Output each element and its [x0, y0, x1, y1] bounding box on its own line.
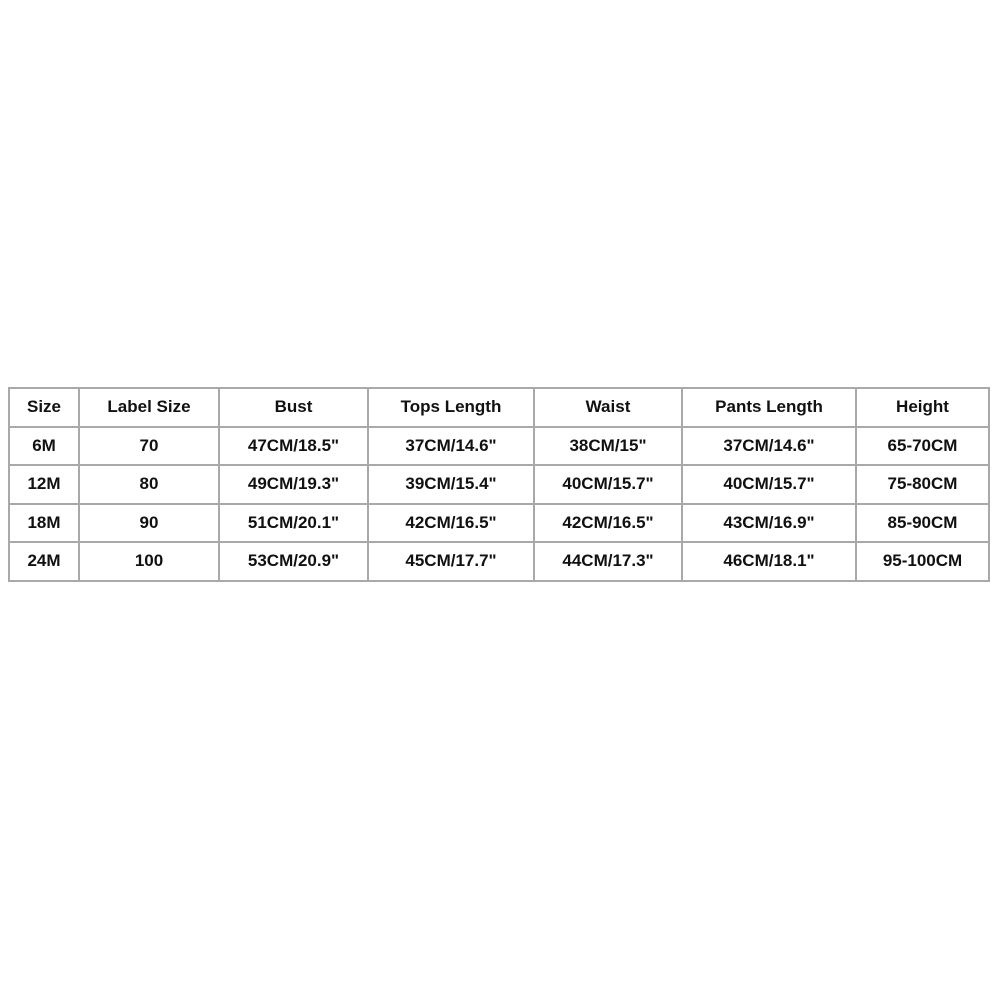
size-chart-body: Size Label Size Bust Tops Length Waist Pants … — [8, 387, 990, 582]
cell-label-size: 70 — [78, 425, 220, 466]
cell-tops-length: 42CM/16.5" — [367, 502, 535, 543]
header-pants-length: Pants Length — [681, 387, 857, 428]
cell-bust: 51CM/20.1" — [218, 502, 369, 543]
cell-size: 18M — [8, 502, 80, 543]
cell-bust: 53CM/20.9" — [218, 541, 369, 582]
cell-tops-length: 45CM/17.7" — [367, 541, 535, 582]
table-row: 24M 100 53CM/20.9" 45CM/17.7" 44CM/17.3" 46CM… — [8, 541, 990, 582]
cell-pants-length: 40CM/15.7" — [681, 464, 857, 505]
cell-size: 24M — [8, 541, 80, 582]
cell-waist: 42CM/16.5" — [533, 502, 683, 543]
cell-height: 95-100CM — [855, 541, 990, 582]
cell-height: 65-70CM — [855, 425, 990, 466]
cell-waist: 44CM/17.3" — [533, 541, 683, 582]
cell-height: 85-90CM — [855, 502, 990, 543]
cell-bust: 47CM/18.5" — [218, 425, 369, 466]
cell-waist: 40CM/15.7" — [533, 464, 683, 505]
header-label-size: Label Size — [78, 387, 220, 428]
header-height: Height — [855, 387, 990, 428]
header-bust: Bust — [218, 387, 369, 428]
header-tops-length: Tops Length — [367, 387, 535, 428]
header-waist: Waist — [533, 387, 683, 428]
cell-pants-length: 43CM/16.9" — [681, 502, 857, 543]
table-row: 12M 80 49CM/19.3" 39CM/15.4" 40CM/15.7" 40CM/… — [8, 464, 990, 505]
header-row: Size Label Size Bust Tops Length Waist Pants … — [8, 387, 990, 428]
table-row: 18M 90 51CM/20.1" 42CM/16.5" 42CM/16.5" 43CM/… — [8, 502, 990, 543]
cell-pants-length: 46CM/18.1" — [681, 541, 857, 582]
cell-label-size: 90 — [78, 502, 220, 543]
cell-tops-length: 37CM/14.6" — [367, 425, 535, 466]
cell-pants-length: 37CM/14.6" — [681, 425, 857, 466]
cell-label-size: 80 — [78, 464, 220, 505]
cell-size: 12M — [8, 464, 80, 505]
cell-waist: 38CM/15" — [533, 425, 683, 466]
size-chart-table: Size Label Size Bust Tops Length Waist Pants … — [8, 387, 990, 582]
cell-size: 6M — [8, 425, 80, 466]
cell-label-size: 100 — [78, 541, 220, 582]
cell-tops-length: 39CM/15.4" — [367, 464, 535, 505]
header-size: Size — [8, 387, 80, 428]
cell-bust: 49CM/19.3" — [218, 464, 369, 505]
table-row: 6M 70 47CM/18.5" 37CM/14.6" 38CM/15" 37CM/14.… — [8, 425, 990, 466]
cell-height: 75-80CM — [855, 464, 990, 505]
